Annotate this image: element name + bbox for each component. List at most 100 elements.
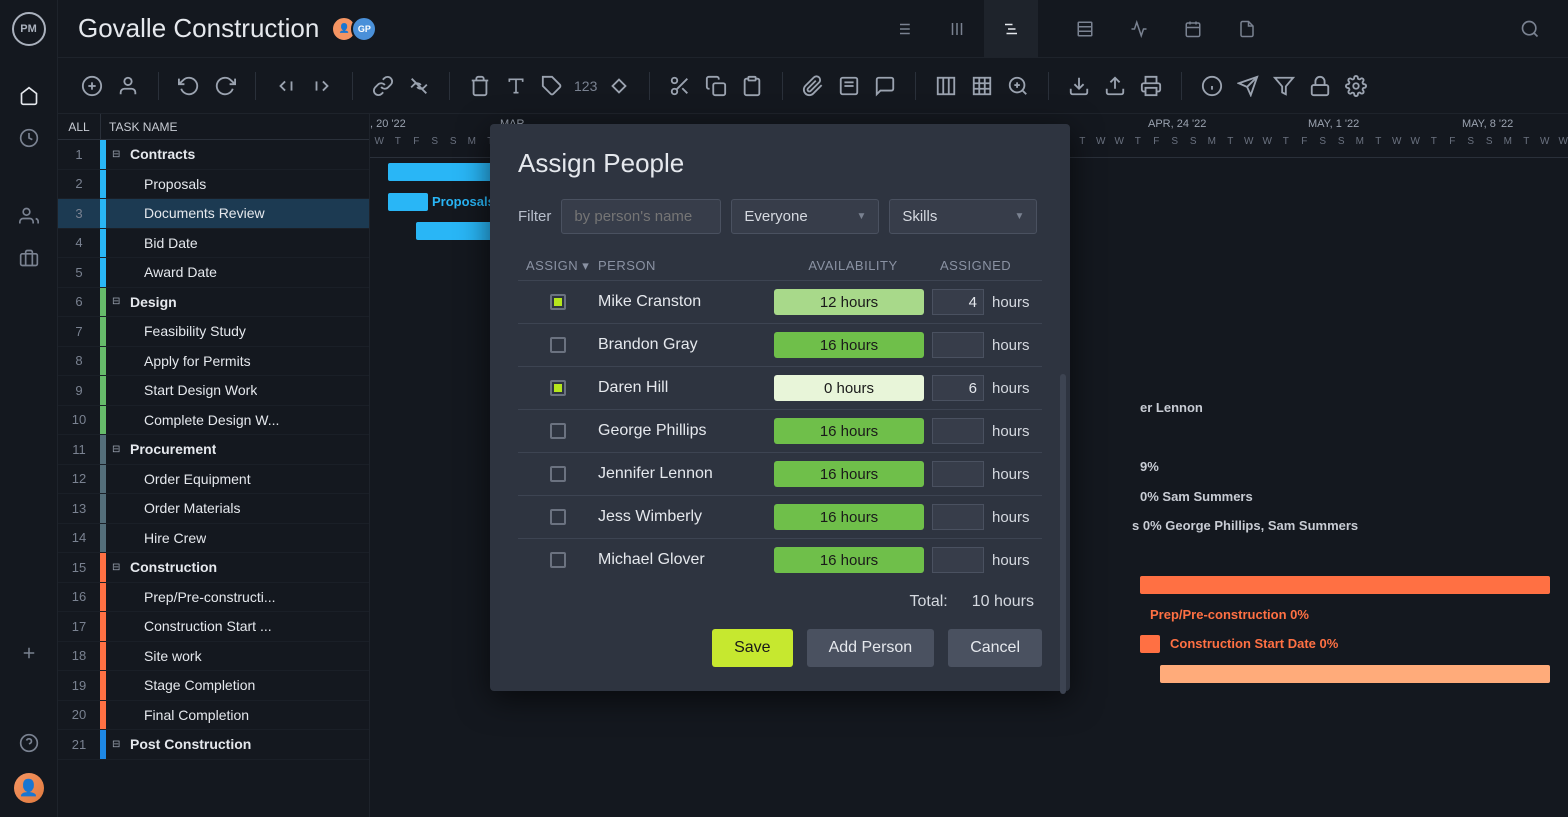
settings-icon[interactable] <box>1342 72 1370 100</box>
gantt-bar[interactable] <box>1140 576 1550 594</box>
assign-icon[interactable] <box>114 72 142 100</box>
task-row[interactable]: 11⊟Procurement <box>58 435 369 465</box>
gantt-view-icon[interactable] <box>984 0 1038 58</box>
cut-icon[interactable] <box>666 72 694 100</box>
column-task-name[interactable]: TASK NAME <box>100 114 369 139</box>
col-assigned[interactable]: ASSIGNED <box>932 258 1042 274</box>
task-row[interactable]: 19Stage Completion <box>58 671 369 701</box>
modal-scrollbar[interactable] <box>1060 374 1066 694</box>
comment-icon[interactable] <box>871 72 899 100</box>
assign-checkbox[interactable] <box>550 466 566 482</box>
redo-icon[interactable] <box>211 72 239 100</box>
task-row[interactable]: 6⊟Design <box>58 288 369 318</box>
sheet-view-icon[interactable] <box>1058 0 1112 58</box>
assign-checkbox[interactable] <box>550 294 566 310</box>
assigned-hours-input[interactable] <box>932 332 984 358</box>
add-icon[interactable] <box>17 641 41 665</box>
task-row[interactable]: 15⊟Construction <box>58 553 369 583</box>
expand-icon[interactable]: ⊟ <box>112 444 124 455</box>
task-row[interactable]: 14Hire Crew <box>58 524 369 554</box>
task-row[interactable]: 21⊟Post Construction <box>58 730 369 760</box>
assigned-hours-input[interactable] <box>932 461 984 487</box>
expand-icon[interactable]: ⊟ <box>112 739 124 750</box>
unlink-icon[interactable] <box>405 72 433 100</box>
expand-icon[interactable]: ⊟ <box>112 149 124 160</box>
expand-icon[interactable]: ⊟ <box>112 296 124 307</box>
assign-checkbox[interactable] <box>550 552 566 568</box>
grid-icon[interactable] <box>968 72 996 100</box>
task-row[interactable]: 17Construction Start ... <box>58 612 369 642</box>
task-row[interactable]: 10Complete Design W... <box>58 406 369 436</box>
activity-view-icon[interactable] <box>1112 0 1166 58</box>
gantt-bar[interactable] <box>1160 665 1550 683</box>
task-row[interactable]: 20Final Completion <box>58 701 369 731</box>
copy-icon[interactable] <box>702 72 730 100</box>
people-icon[interactable] <box>17 204 41 228</box>
attach-icon[interactable] <box>799 72 827 100</box>
task-row[interactable]: 16Prep/Pre-constructi... <box>58 583 369 613</box>
milestone-icon[interactable] <box>605 72 633 100</box>
info-icon[interactable] <box>1198 72 1226 100</box>
task-row[interactable]: 18Site work <box>58 642 369 672</box>
col-person[interactable]: PERSON <box>598 258 774 274</box>
assigned-hours-input[interactable] <box>932 547 984 573</box>
paste-icon[interactable] <box>738 72 766 100</box>
expand-icon[interactable]: ⊟ <box>112 562 124 573</box>
task-row[interactable]: 9Start Design Work <box>58 376 369 406</box>
cancel-button[interactable]: Cancel <box>948 629 1042 667</box>
col-availability[interactable]: AVAILABILITY <box>774 258 932 274</box>
indent-icon[interactable] <box>308 72 336 100</box>
avatar-stack[interactable]: 👤 GP <box>337 16 377 42</box>
task-row[interactable]: 7Feasibility Study <box>58 317 369 347</box>
task-row[interactable]: 3Documents Review <box>58 199 369 229</box>
board-view-icon[interactable] <box>930 0 984 58</box>
filter-everyone-select[interactable]: Everyone▼ <box>731 199 879 234</box>
filter-icon[interactable] <box>1270 72 1298 100</box>
delete-icon[interactable] <box>466 72 494 100</box>
send-icon[interactable] <box>1234 72 1262 100</box>
recent-icon[interactable] <box>17 126 41 150</box>
assign-checkbox[interactable] <box>550 423 566 439</box>
text-format-icon[interactable] <box>502 72 530 100</box>
export-icon[interactable] <box>1101 72 1129 100</box>
add-person-button[interactable]: Add Person <box>807 629 935 667</box>
undo-icon[interactable] <box>175 72 203 100</box>
list-view-icon[interactable] <box>876 0 930 58</box>
task-row[interactable]: 1⊟Contracts <box>58 140 369 170</box>
file-view-icon[interactable] <box>1220 0 1274 58</box>
home-icon[interactable] <box>17 84 41 108</box>
note-icon[interactable] <box>835 72 863 100</box>
lock-icon[interactable] <box>1306 72 1334 100</box>
task-row[interactable]: 13Order Materials <box>58 494 369 524</box>
gantt-bar[interactable] <box>388 193 428 211</box>
assign-checkbox[interactable] <box>550 509 566 525</box>
filter-skills-select[interactable]: Skills▼ <box>889 199 1037 234</box>
import-icon[interactable] <box>1065 72 1093 100</box>
user-avatar[interactable]: 👤 <box>14 773 44 803</box>
filter-name-input[interactable] <box>561 199 721 234</box>
col-assign[interactable]: ASSIGN ▾ <box>518 258 598 274</box>
assigned-hours-input[interactable] <box>932 289 984 315</box>
task-row[interactable]: 8Apply for Permits <box>58 347 369 377</box>
column-all[interactable]: ALL <box>58 114 100 139</box>
zoom-icon[interactable] <box>1004 72 1032 100</box>
outdent-icon[interactable] <box>272 72 300 100</box>
add-task-icon[interactable] <box>78 72 106 100</box>
tag-icon[interactable] <box>538 72 566 100</box>
app-logo[interactable]: PM <box>12 12 46 46</box>
columns-icon[interactable] <box>932 72 960 100</box>
task-row[interactable]: 2Proposals <box>58 170 369 200</box>
gantt-bar[interactable] <box>1140 635 1160 653</box>
task-row[interactable]: 12Order Equipment <box>58 465 369 495</box>
assigned-hours-input[interactable] <box>932 418 984 444</box>
assign-checkbox[interactable] <box>550 380 566 396</box>
search-icon[interactable] <box>1512 19 1548 39</box>
link-icon[interactable] <box>369 72 397 100</box>
print-icon[interactable] <box>1137 72 1165 100</box>
task-row[interactable]: 5Award Date <box>58 258 369 288</box>
briefcase-icon[interactable] <box>17 246 41 270</box>
assigned-hours-input[interactable] <box>932 504 984 530</box>
assigned-hours-input[interactable] <box>932 375 984 401</box>
assign-checkbox[interactable] <box>550 337 566 353</box>
save-button[interactable]: Save <box>712 629 792 667</box>
